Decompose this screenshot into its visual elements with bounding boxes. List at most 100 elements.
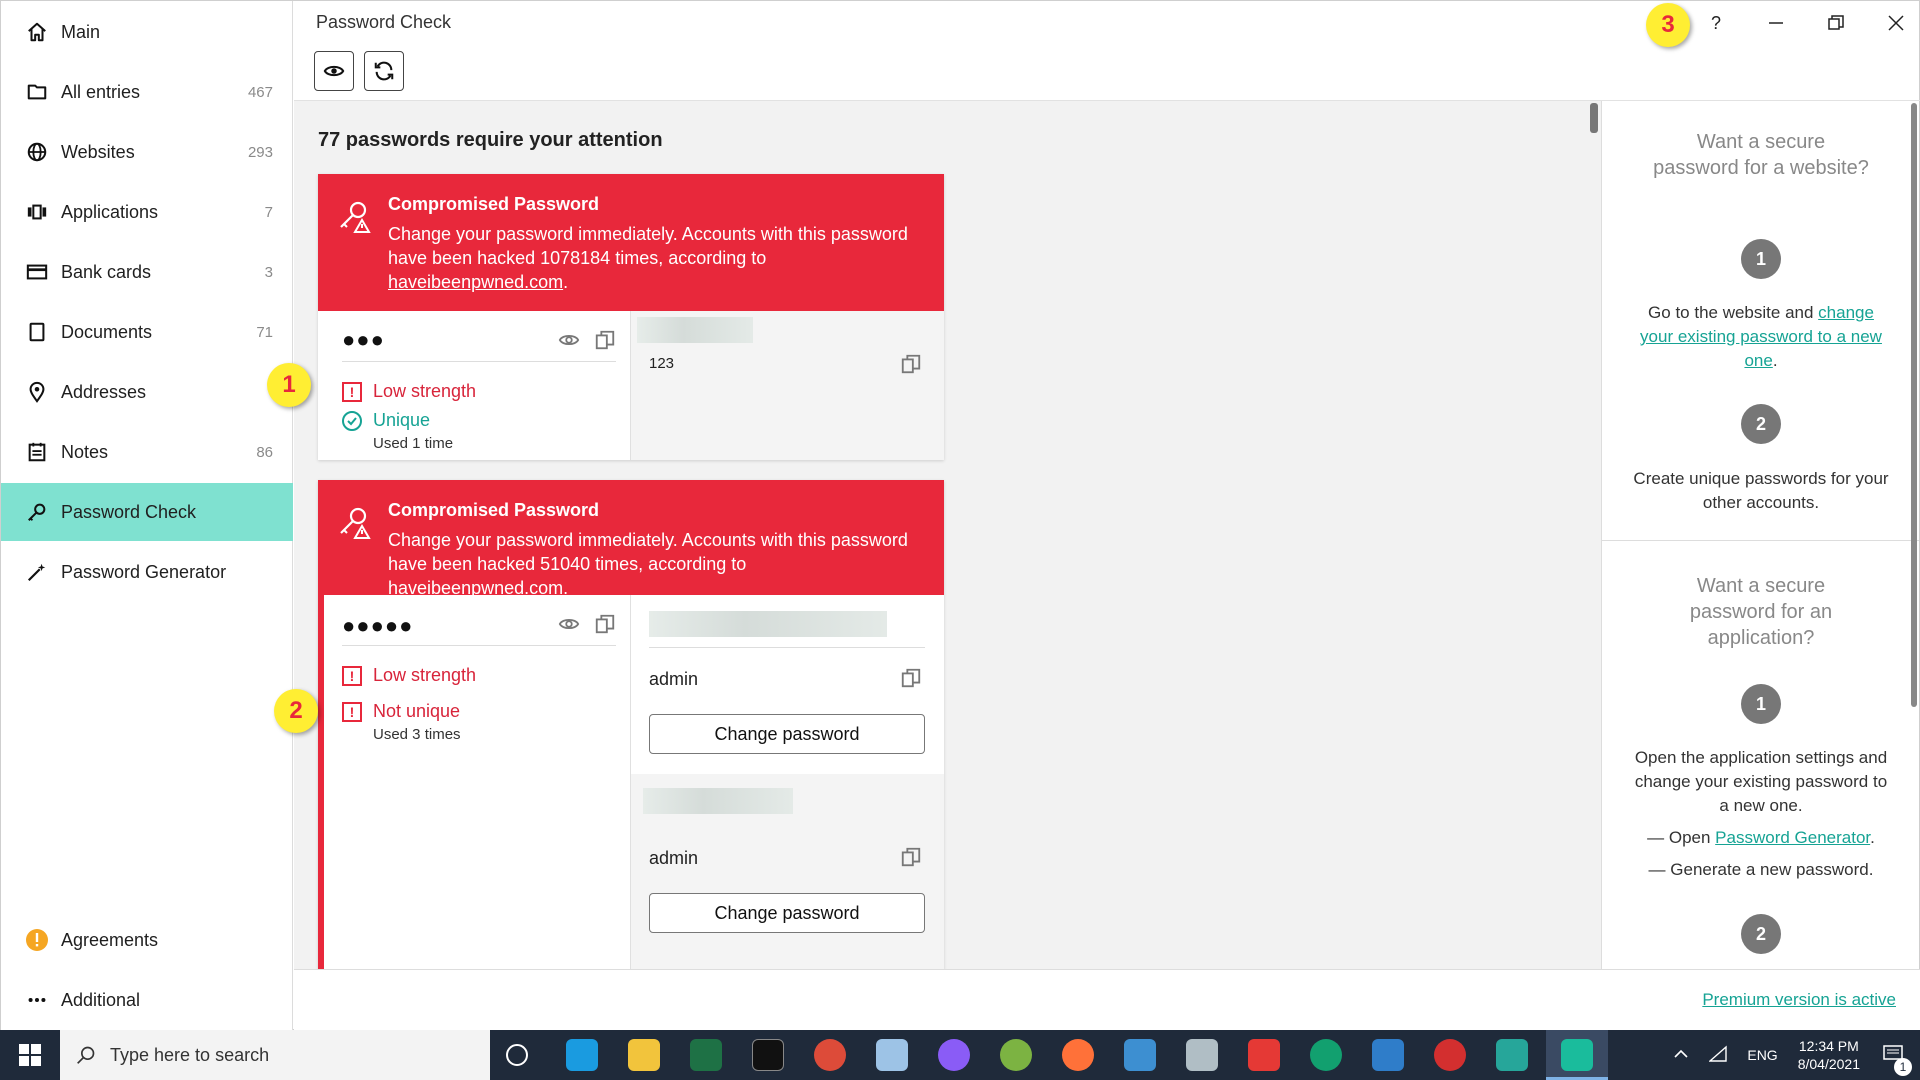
paint3d-icon[interactable] <box>1186 1039 1218 1071</box>
home-icon <box>25 20 49 44</box>
masked-password: ●●●●● <box>342 613 414 638</box>
alert-icon: ! <box>342 381 362 402</box>
password-actions <box>558 613 616 635</box>
low-strength-status: ! Low strength <box>342 665 476 686</box>
terminal-icon[interactable] <box>752 1039 784 1071</box>
sidebar-item-documents[interactable]: Documents 71 <box>1 303 293 361</box>
key-icon <box>25 500 49 524</box>
step-text: Go to the website and <box>1648 303 1819 322</box>
sidebar-item-label: Bank cards <box>61 261 152 282</box>
close-button[interactable] <box>1876 7 1916 39</box>
copy-icon[interactable] <box>900 667 922 689</box>
notepad-icon[interactable] <box>876 1039 908 1071</box>
paint-icon[interactable] <box>938 1039 970 1071</box>
show-passwords-button[interactable] <box>314 51 354 91</box>
account-login: admin <box>649 669 699 689</box>
android-icon[interactable] <box>1000 1039 1032 1071</box>
sidebar-item-count: 7 <box>264 203 273 221</box>
excel-icon[interactable] <box>690 1039 722 1071</box>
alert-icon: ! <box>342 701 362 722</box>
office-icon[interactable] <box>1248 1039 1280 1071</box>
sidebar-item-addresses[interactable]: Addresses <box>1 363 293 421</box>
taskbar-search[interactable]: Type here to search <box>60 1030 490 1080</box>
firefox-icon[interactable] <box>1062 1039 1094 1071</box>
start-button[interactable] <box>0 1030 60 1080</box>
contacts-icon[interactable] <box>1124 1039 1156 1071</box>
step-number: 2 <box>1741 404 1781 444</box>
application-bullet-1: — Open Password Generator. <box>1632 826 1890 850</box>
eye-icon <box>323 65 345 77</box>
windows-logo-icon <box>19 1044 41 1066</box>
eye-icon[interactable] <box>558 329 580 351</box>
sidebar-item-password-generator[interactable]: Password Generator <box>1 543 293 601</box>
minimize-button[interactable] <box>1756 7 1796 39</box>
sidebar-item-label: All entries <box>61 81 141 102</box>
sidebar-item-password-check[interactable]: Password Check <box>1 483 293 541</box>
account-entry: admin Change password <box>630 595 944 774</box>
account-login: admin <box>649 848 699 868</box>
window-title: Password Check <box>316 12 452 32</box>
masked-password: ●●● <box>342 327 385 352</box>
cortana-icon[interactable] <box>506 1044 528 1066</box>
sidebar-item-websites[interactable]: Websites 293 <box>1 123 293 181</box>
clock[interactable]: 12:34 PM 8/04/2021 <box>1798 1037 1860 1073</box>
sidebar-item-agreements[interactable]: Agreements <box>1 911 293 969</box>
store-icon[interactable] <box>1496 1039 1528 1071</box>
divider <box>649 647 925 648</box>
sidebar-item-applications[interactable]: Applications 7 <box>1 183 293 241</box>
language-indicator[interactable]: ENG <box>1747 1047 1777 1063</box>
card-message: Change your password immediately. Accoun… <box>388 222 918 294</box>
step-number: 1 <box>1741 239 1781 279</box>
blurred-site-name <box>637 317 753 343</box>
restore-button[interactable] <box>1816 7 1856 39</box>
step-text-suffix: . <box>1772 351 1778 370</box>
app-icon[interactable] <box>1310 1039 1342 1071</box>
status-footer: Premium version is active <box>294 969 1920 1031</box>
notes-icon <box>25 440 49 464</box>
chrome-icon[interactable] <box>814 1039 846 1071</box>
copy-icon[interactable] <box>900 353 922 375</box>
sidebar-item-main[interactable]: Main <box>1 3 293 61</box>
sidebar-item-count: 3 <box>264 263 273 281</box>
sidebar-item-additional[interactable]: Additional <box>1 971 293 1029</box>
divider <box>342 645 616 646</box>
callout-marker: 3 <box>1646 3 1690 47</box>
compromised-password-card: Compromised Password Change your passwor… <box>318 480 944 969</box>
refresh-button[interactable] <box>364 51 404 91</box>
eye-icon[interactable] <box>558 613 580 635</box>
warning-icon <box>25 928 49 952</box>
premium-status-link[interactable]: Premium version is active <box>1702 990 1896 1010</box>
sidebar-item-label: Websites <box>61 141 135 162</box>
sidebar-item-bank-cards[interactable]: Bank cards 3 <box>1 243 293 301</box>
copy-icon[interactable] <box>594 329 616 351</box>
password-generator-link[interactable]: Password Generator <box>1715 828 1870 847</box>
help-scrollbar[interactable] <box>1911 103 1917 707</box>
sidebar-item-all-entries[interactable]: All entries 467 <box>1 63 293 121</box>
chevron-up-icon[interactable] <box>1673 1046 1689 1065</box>
website-help-question: Want a secure password for a website? <box>1653 131 1869 179</box>
card-alert-header: Compromised Password Change your passwor… <box>318 480 944 598</box>
wifi-icon[interactable] <box>1708 1044 1728 1066</box>
photos-icon[interactable] <box>1372 1039 1404 1071</box>
low-strength-status: ! Low strength <box>342 381 476 402</box>
sidebar-item-label: Addresses <box>61 381 147 402</box>
bullet-text-suffix: . <box>1870 828 1875 847</box>
notifications-button[interactable]: 1 <box>1882 1043 1912 1076</box>
edge-icon[interactable] <box>566 1039 598 1071</box>
password-manager-taskbar-button[interactable] <box>1546 1030 1608 1080</box>
sidebar-item-notes[interactable]: Notes 86 <box>1 423 293 481</box>
change-password-button[interactable]: Change password <box>649 714 925 754</box>
haveibeenpwned-link[interactable]: haveibeenpwned.com <box>388 272 563 292</box>
help-button[interactable]: ? <box>1696 7 1736 39</box>
status-label: Not unique <box>373 701 461 721</box>
close-icon <box>1888 15 1904 31</box>
copy-icon[interactable] <box>900 846 922 868</box>
media-icon[interactable] <box>1434 1039 1466 1071</box>
globe-icon <box>25 140 49 164</box>
application-help-question: Want a secure password for an applicatio… <box>1689 575 1833 649</box>
content-scrollbar[interactable] <box>1590 103 1598 133</box>
copy-icon[interactable] <box>594 613 616 635</box>
change-password-button[interactable]: Change password <box>649 893 925 933</box>
compromised-key-icon <box>336 198 372 239</box>
file-explorer-icon[interactable] <box>628 1039 660 1071</box>
